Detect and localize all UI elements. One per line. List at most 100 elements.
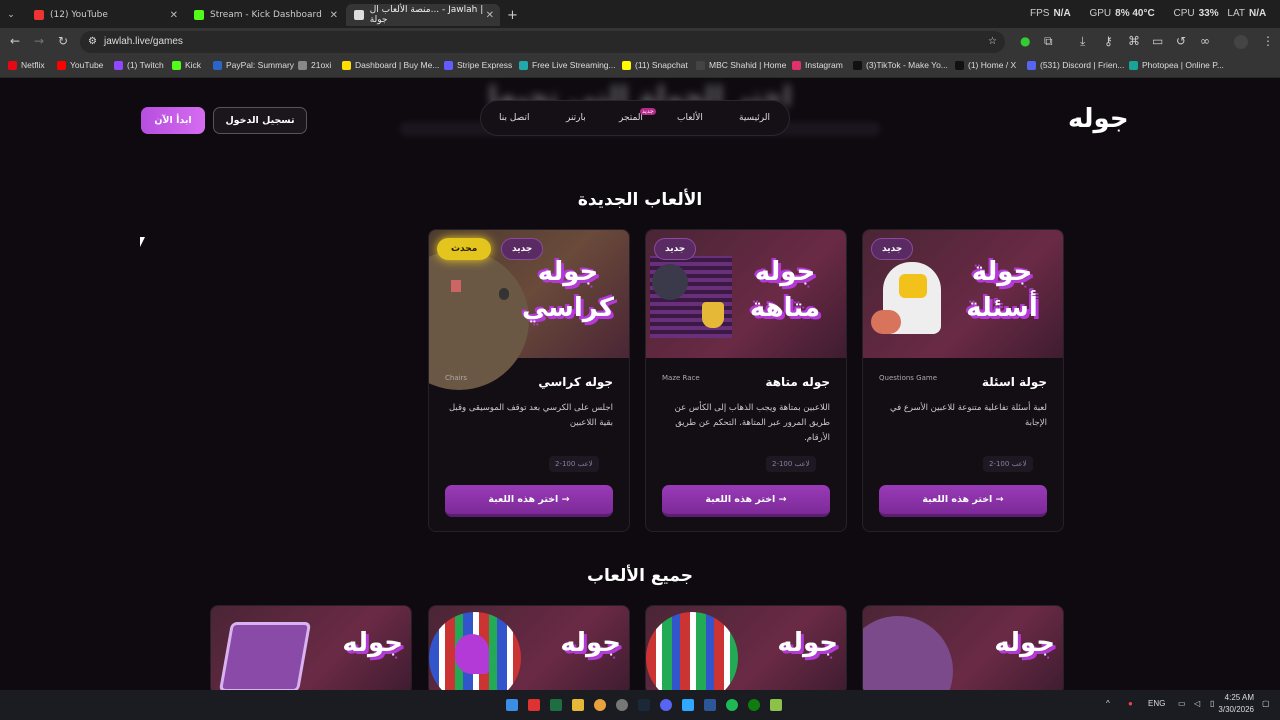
all-game-card[interactable]: جوله [210,605,412,690]
xbox-icon[interactable] [748,699,760,711]
spotify-icon[interactable] [726,699,738,711]
bookmark-item[interactable]: PayPal: Summary [213,60,294,70]
download-icon[interactable]: ⤓ [1080,34,1085,49]
nav-contact[interactable]: اتصل بنا [499,113,529,123]
bookmark-item[interactable]: Stripe Express [444,60,512,70]
choose-game-button[interactable]: اختر هذه اللعبة → [445,485,613,517]
bookmark-item[interactable]: (3)TikTok - Make Yo... [853,60,948,70]
bookmark-item[interactable]: 21oxi [298,60,331,70]
login-button[interactable]: تسجيل الدخول [213,107,307,134]
choose-game-button[interactable]: اختر هذه اللعبة → [662,485,830,517]
all-game-card[interactable]: جوله [428,605,630,690]
clock-time[interactable]: 4:25 AM [1218,693,1254,702]
app-icon[interactable] [704,699,716,711]
app-icon[interactable] [528,699,540,711]
choose-game-button[interactable]: اختر هذه اللعبة → [879,485,1047,517]
photoshop-icon[interactable] [682,699,694,711]
tab-search-button[interactable]: ⌄ [4,4,18,26]
bookmark-favicon-icon [172,60,181,70]
link-icon[interactable]: ∞ [1200,34,1210,48]
new-badge: جديد [871,238,914,260]
tab-kick[interactable]: Stream - Kick Dashboard ✕ [186,4,344,26]
game-card-chairs[interactable]: جوله كراسي محدث جديد Chairs جوله كراسي ا… [428,229,630,532]
bookmark-item[interactable]: Free Live Streaming... [519,60,616,70]
start-icon[interactable] [506,699,518,711]
extensions-icon[interactable]: ⧉ [1044,34,1053,49]
excel-icon[interactable] [550,699,562,711]
card-icon[interactable]: ▭ [1152,34,1163,48]
steam-icon[interactable] [638,699,650,711]
all-games-title: جميع الألعاب [586,566,694,586]
bookmark-item[interactable]: MBC Shahid | Home [696,60,786,70]
close-icon[interactable]: ✕ [170,10,178,21]
players-badge: 2-100 لاعب [549,456,599,472]
bookmark-item[interactable]: (11) Snapchat [622,60,688,70]
bookmark-item[interactable]: Instagram [792,60,843,70]
bookmark-favicon-icon [342,60,351,70]
kick-icon [194,10,204,20]
bookmark-item[interactable]: Dashboard | Buy Me... [342,60,439,70]
game-card-maze[interactable]: جوله متاهة جديد Maze Race جوله متاهة الل… [645,229,847,532]
game-name: جوله كراسي [538,375,613,389]
network-icon[interactable]: ▭ [1178,699,1186,708]
key-icon[interactable]: ⚷ [1104,34,1113,48]
shield-icon[interactable]: ● [1020,34,1030,48]
bookmark-favicon-icon [213,60,222,70]
bookmark-item[interactable]: Netflix [8,60,45,70]
notification-icon[interactable]: ▢ [1262,699,1270,708]
avatar[interactable] [1234,35,1248,49]
mic-icon[interactable]: ● [1128,699,1133,708]
folder-icon[interactable] [572,699,584,711]
tab-jawlah[interactable]: منصة الألعاب ال... - Jawlah | جولة ✕ [346,4,500,26]
nav-home[interactable]: الرئيسية [739,113,770,123]
back-icon[interactable]: ← [10,34,20,48]
history-icon[interactable]: ↺ [1176,34,1186,48]
tray-chevron-icon[interactable]: ^ [1106,699,1110,708]
chair-icon [451,280,461,292]
chrome-icon[interactable] [594,699,606,711]
close-icon[interactable]: ✕ [330,10,338,21]
bookmark-star-icon[interactable]: ☆ [988,31,997,53]
nav-store[interactable]: المتجر [619,113,643,123]
bookmarks-bar: Netflix YouTube (1) Twitch Kick PayPal: Summ… [0,56,1280,78]
bookmark-favicon-icon [519,60,528,70]
game-name: جوله متاهة [765,375,830,389]
menu-icon[interactable]: ⋮ [1262,34,1274,48]
forward-icon[interactable]: → [34,34,44,48]
all-game-card[interactable]: جوله [645,605,847,690]
bookmark-favicon-icon [1027,60,1036,70]
url-input[interactable]: ⚙ jawlah.live/games ☆ [80,31,1005,53]
site-logo[interactable]: جوله [1068,104,1129,134]
game-card-questions[interactable]: جولة أسئلة جديد Questions Game جولة اسئل… [862,229,1064,532]
bookmark-item[interactable]: Kick [172,60,201,70]
new-tab-button[interactable]: + [504,4,522,26]
game-en-name: Maze Race [662,374,700,382]
bookmark-item[interactable]: Photopea | Online P... [1129,60,1224,70]
site-info-icon[interactable]: ⚙ [88,31,97,53]
start-now-button[interactable]: ابدأ الآن [141,107,205,134]
jawlah-icon [354,10,364,20]
close-icon[interactable]: ✕ [486,10,494,21]
nav-partner[interactable]: بارتنر [566,113,586,123]
all-game-card[interactable]: جوله [862,605,1064,690]
players-badge: 2-100 لاعب [983,456,1033,472]
players-badge: 2-100 لاعب [766,456,816,472]
translate-icon[interactable]: ⌘ [1128,34,1140,48]
reload-icon[interactable]: ↻ [58,34,68,48]
app-icon[interactable] [770,699,782,711]
new-badge: جديد [501,238,544,260]
bookmark-item[interactable]: YouTube [57,60,103,70]
nav-games[interactable]: الألعاب [677,113,703,123]
bookmark-item[interactable]: (531) Discord | Frien... [1027,60,1124,70]
bookmark-item[interactable]: (1) Twitch [114,60,164,70]
discord-icon[interactable] [660,699,672,711]
bookmark-item[interactable]: (1) Home / X [955,60,1016,70]
language-indicator[interactable]: ENG [1148,699,1165,708]
youtube-icon [34,10,44,20]
clock-date[interactable]: 3/30/2026 [1212,705,1254,714]
bookmark-favicon-icon [8,60,17,70]
volume-icon[interactable]: ◁ [1194,699,1200,708]
bookmark-favicon-icon [622,60,631,70]
settings-icon[interactable] [616,699,628,711]
tab-youtube[interactable]: (12) YouTube ✕ [26,4,184,26]
